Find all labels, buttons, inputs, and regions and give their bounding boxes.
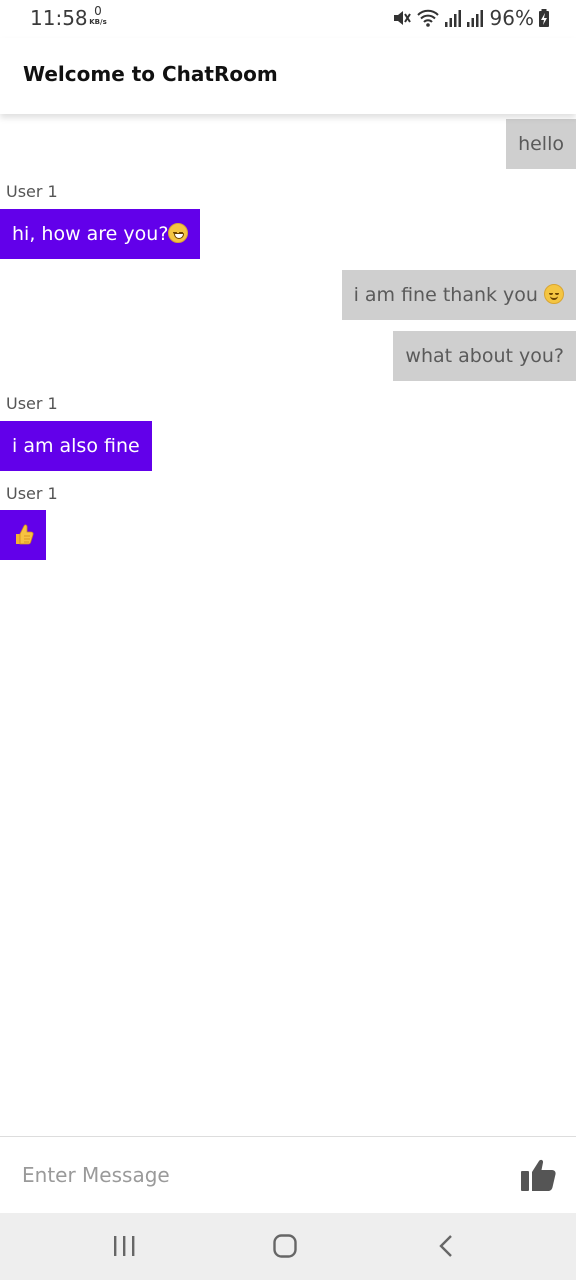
message-composer xyxy=(0,1136,576,1213)
send-like-button[interactable] xyxy=(518,1157,558,1193)
signal-icon xyxy=(444,10,461,27)
status-time: 11:58 xyxy=(30,6,88,30)
network-speed-value: 0 xyxy=(94,4,102,18)
grinning-face-emoji xyxy=(168,223,189,243)
message-bubble-received xyxy=(0,510,46,560)
home-button[interactable] xyxy=(265,1231,305,1261)
message-input[interactable] xyxy=(12,1151,512,1199)
signal-icon-2 xyxy=(466,10,483,27)
wifi-icon xyxy=(416,9,439,27)
back-button[interactable] xyxy=(427,1231,467,1261)
system-nav-bar xyxy=(0,1213,576,1280)
thumbs-up-icon xyxy=(521,1159,556,1191)
message-text: hello xyxy=(518,133,564,155)
message-bubble-sent: i am fine thank you xyxy=(341,270,576,320)
recent-apps-button[interactable] xyxy=(104,1231,144,1261)
sender-name: User 1 xyxy=(6,484,58,503)
smiling-face-emoji xyxy=(544,284,564,304)
message-text: what about you? xyxy=(405,345,564,367)
message-text: i am also fine xyxy=(12,435,140,457)
message-text: i am fine thank you xyxy=(353,284,544,306)
message-bubble-sent: hello xyxy=(506,119,576,169)
message-list[interactable]: hello User 1 hi, how are you? i am fine … xyxy=(0,114,576,1136)
app-bar: Welcome to ChatRoom xyxy=(0,38,576,114)
thumbs-up-emoji xyxy=(16,524,34,545)
back-icon xyxy=(439,1235,452,1257)
battery-charging-icon xyxy=(539,9,549,27)
home-icon xyxy=(273,1234,297,1258)
mute-icon xyxy=(393,11,411,25)
sender-name: User 1 xyxy=(6,394,58,413)
battery-percentage: 96% xyxy=(489,6,534,30)
network-speed-unit: KB/s xyxy=(89,18,107,26)
sender-name: User 1 xyxy=(6,182,58,201)
page-title: Welcome to ChatRoom xyxy=(23,62,278,86)
message-text: hi, how are you? xyxy=(12,223,169,245)
recent-apps-icon xyxy=(114,1236,135,1256)
message-bubble-received: i am also fine xyxy=(0,421,152,471)
message-bubble-received: hi, how are you? xyxy=(0,209,201,259)
status-icons: 96% xyxy=(392,6,550,30)
network-speed-indicator: 0 KB/s xyxy=(86,4,110,27)
message-bubble-sent: what about you? xyxy=(393,331,576,381)
status-bar: 11:58 0 KB/s 96% xyxy=(0,0,576,38)
